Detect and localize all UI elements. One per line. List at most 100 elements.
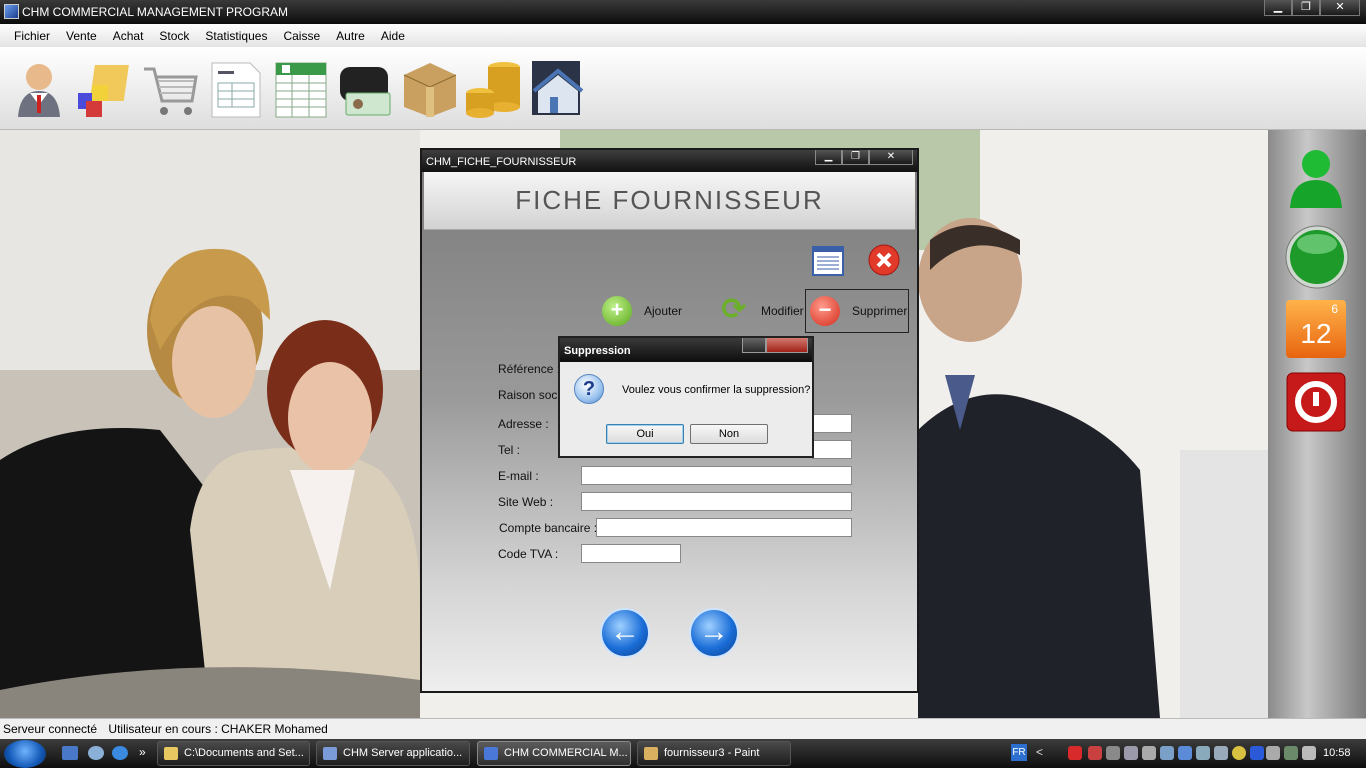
display-icon[interactable] xyxy=(1142,746,1156,760)
banner-title: FICHE FOURNISSEUR xyxy=(515,185,824,215)
menu-statistiques[interactable]: Statistiques xyxy=(199,29,273,43)
msgbox-minimize-button xyxy=(742,338,766,353)
task-chm-commercial[interactable]: CHM COMMERCIAL M... xyxy=(477,741,631,766)
msgbox-close-button[interactable] xyxy=(766,338,808,353)
confirm-delete-dialog: Suppression ? Voulez vous confirmer la s… xyxy=(558,336,814,458)
update-icon[interactable] xyxy=(1214,746,1228,760)
connected-user-icon[interactable] xyxy=(1284,142,1348,215)
tel-field[interactable] xyxy=(812,440,852,459)
email-field[interactable] xyxy=(581,466,852,485)
next-arrow-icon[interactable]: → xyxy=(689,608,739,658)
email-label: E-mail : xyxy=(498,469,539,483)
dialog-window-controls: ▁ ❐ ✕ xyxy=(815,150,913,165)
shopping-cart-icon[interactable] xyxy=(140,57,198,119)
paint-icon xyxy=(644,747,658,760)
invoice-icon[interactable] xyxy=(208,57,266,119)
maximize-button[interactable]: ❐ xyxy=(1292,0,1320,16)
minimize-button[interactable]: ▁ xyxy=(1264,0,1292,16)
wallet-card-icon[interactable] xyxy=(336,57,394,119)
power-icon[interactable] xyxy=(1284,746,1298,760)
power-off-icon[interactable] xyxy=(1286,372,1346,435)
show-hidden-icons[interactable]: < xyxy=(1036,745,1043,759)
task-documents-label: C:\Documents and Set... xyxy=(184,747,304,759)
task-paint-label: fournisseur3 - Paint xyxy=(664,747,760,759)
network-icon[interactable] xyxy=(1106,746,1120,760)
code-tva-label: Code TVA : xyxy=(498,547,559,561)
dialog-close-button[interactable]: ✕ xyxy=(869,150,913,165)
calendar-icon[interactable]: 6 12 xyxy=(1286,300,1346,358)
close-form-icon[interactable] xyxy=(868,244,900,279)
compte-bancaire-label: Compte bancaire : xyxy=(499,521,598,535)
oui-button[interactable]: Oui xyxy=(606,424,684,444)
menu-caisse[interactable]: Caisse xyxy=(277,29,326,43)
usb-icon[interactable] xyxy=(1124,746,1138,760)
coins-icon[interactable] xyxy=(464,57,522,119)
app-title: CHM COMMERCIAL MANAGEMENT PROGRAM xyxy=(22,5,289,19)
site-web-label: Site Web : xyxy=(498,495,554,509)
volume-icon[interactable] xyxy=(1302,746,1316,760)
menu-autre[interactable]: Autre xyxy=(330,29,371,43)
task-documents[interactable]: C:\Documents and Set... xyxy=(157,741,310,766)
bluetooth-icon[interactable] xyxy=(1250,746,1264,760)
user-icon[interactable] xyxy=(10,57,68,119)
language-indicator[interactable]: FR xyxy=(1011,744,1027,761)
chat-icon[interactable] xyxy=(1266,746,1280,760)
edit-button[interactable]: ⟳ Modifier xyxy=(719,295,804,326)
task-chm-server[interactable]: CHM Server applicatio... xyxy=(316,741,470,766)
cubes-folder-icon[interactable] xyxy=(74,57,132,119)
spreadsheet-icon[interactable] xyxy=(272,57,330,119)
add-button[interactable]: + Ajouter xyxy=(602,296,682,326)
current-user: Utilisateur en cours : CHAKER Mohamed xyxy=(108,722,328,736)
menu-fichier[interactable]: Fichier xyxy=(8,29,56,43)
antivirus-icon[interactable] xyxy=(1068,746,1082,760)
monitor-icon[interactable] xyxy=(1178,746,1192,760)
code-tva-field[interactable] xyxy=(581,544,681,563)
menu-achat[interactable]: Achat xyxy=(107,29,150,43)
window-controls: ▁ ❐ ✕ xyxy=(1264,0,1360,16)
messenger-icon[interactable] xyxy=(1232,746,1246,760)
menu-aide[interactable]: Aide xyxy=(375,29,411,43)
previous-arrow-icon[interactable]: ← xyxy=(600,608,650,658)
status-indicator-icon[interactable] xyxy=(1284,224,1350,293)
edit-label: Modifier xyxy=(761,304,804,318)
site-web-field[interactable] xyxy=(581,492,852,511)
quicklaunch-expand-icon[interactable]: » xyxy=(139,745,146,759)
chm-app-icon xyxy=(484,747,498,760)
dialog-title: CHM_FICHE_FOURNISSEUR xyxy=(426,156,577,168)
dialog-title-bar: CHM_FICHE_FOURNISSEUR ▁ ❐ ✕ xyxy=(422,150,917,172)
show-desktop-icon[interactable] xyxy=(62,746,78,760)
dialog-minimize-button[interactable]: ▁ xyxy=(815,150,842,165)
clock: 10:58 xyxy=(1323,747,1351,759)
calendar-day: 12 xyxy=(1300,318,1332,349)
compte-bancaire-field[interactable] xyxy=(596,518,852,537)
adresse-field[interactable] xyxy=(812,414,852,433)
question-icon: ? xyxy=(574,374,604,404)
side-panel: 6 12 xyxy=(1268,130,1366,718)
server-status: Serveur connecté xyxy=(3,722,98,736)
sync-icon[interactable] xyxy=(1160,746,1174,760)
task-chm-server-label: CHM Server applicatio... xyxy=(343,747,463,759)
minus-icon: − xyxy=(810,296,840,326)
menu-vente[interactable]: Vente xyxy=(60,29,103,43)
start-button[interactable] xyxy=(4,740,46,768)
folder-icon xyxy=(164,747,178,760)
tel-label: Tel : xyxy=(498,443,521,457)
non-button[interactable]: Non xyxy=(690,424,768,444)
reference-label: Référence : xyxy=(498,362,561,376)
switch-windows-icon[interactable] xyxy=(88,746,104,760)
toolbar xyxy=(0,47,1366,130)
internet-explorer-icon[interactable] xyxy=(112,746,128,760)
task-chm-commercial-label: CHM COMMERCIAL M... xyxy=(504,747,628,759)
list-icon[interactable] xyxy=(812,246,844,279)
menu-stock[interactable]: Stock xyxy=(153,29,195,43)
delete-button[interactable]: − Supprimer xyxy=(810,296,907,326)
security-icon[interactable] xyxy=(1088,746,1102,760)
app-window-icon xyxy=(323,747,337,760)
box-icon[interactable] xyxy=(400,57,458,119)
dialog-maximize-button[interactable]: ❐ xyxy=(842,150,869,165)
printer-icon[interactable] xyxy=(1196,746,1210,760)
close-button[interactable]: ✕ xyxy=(1320,0,1360,16)
task-paint[interactable]: fournisseur3 - Paint xyxy=(637,741,791,766)
house-icon[interactable] xyxy=(528,57,586,119)
msgbox-text: Voulez vous confirmer la suppression? xyxy=(622,384,811,396)
